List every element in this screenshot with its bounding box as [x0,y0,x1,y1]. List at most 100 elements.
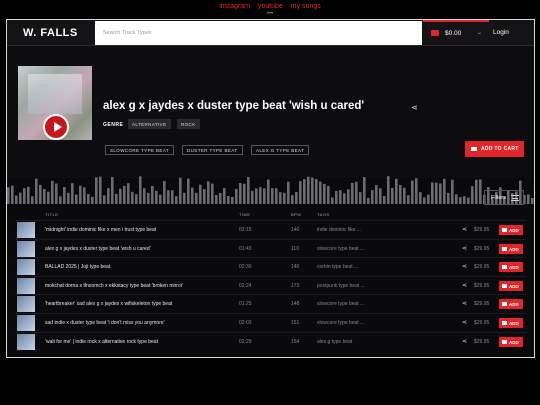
waveform-bar [435,182,438,204]
waveform-bar [187,178,190,204]
share-icon[interactable]: ⋖ [462,338,467,345]
login-button[interactable]: Login [493,29,509,36]
add-button[interactable]: ADD [499,299,523,310]
waveform-bar [11,185,14,204]
track-thumbnail[interactable] [17,296,35,313]
add-button[interactable]: ADD [499,280,523,291]
track-price: $29.95 [474,320,490,326]
column-bpm: BPM [291,212,302,217]
table-row[interactable]: alex g x jaydes x duster type beat 'wish… [15,238,526,257]
tag-slowcore[interactable]: SLOWCORE TYPE BEAT [105,145,175,155]
tag-alex-g[interactable]: ALEX G TYPE BEAT [251,145,310,155]
waveform-bar [415,178,418,204]
track-title: alex g x jaydes x duster type beat 'wish… [103,100,365,112]
waveform-bar [107,188,110,204]
track-title[interactable]: alex g x jaydes x duster type beat 'wish… [45,246,151,252]
share-icon[interactable]: ⋖ [462,282,467,289]
track-thumbnail[interactable] [17,222,35,238]
table-row[interactable]: BALLAD 2025 | Joji type beat 02:30 140 corb… [15,257,526,276]
waveform-bar [267,179,270,204]
logo[interactable]: W. FALLS [23,27,78,39]
share-icon[interactable]: ⋖ [462,300,467,307]
table-row[interactable]: 'heartbreaker' sad alex g x jaydes x wif… [15,294,526,313]
track-title[interactable]: mokchat dorna x tfnxomch x ekkstacy type… [45,283,183,289]
track-title[interactable]: 'heartbreaker' sad alex g x jaydes x wif… [45,301,172,307]
track-title[interactable]: 'midnight' indie dominic fike x men i tr… [45,227,156,233]
waveform-bar [427,194,430,204]
track-thumbnail[interactable] [17,277,35,294]
waveform-bar [395,178,398,204]
genre-tag-rock[interactable]: ROCK [177,119,200,129]
waveform-bar [123,185,126,204]
waveform-bar [159,194,162,204]
waveform-bar [279,192,282,204]
add-button[interactable]: ADD [499,336,523,347]
waveform-bar [47,191,50,204]
waveform-bar [275,188,278,204]
store-window: W. FALLS Search Track Types $0.00 ⌄ Logi… [6,19,535,358]
track-time: 02:03 [239,320,252,326]
waveform-bar [155,190,158,204]
track-thumbnail[interactable] [17,315,35,331]
table-row[interactable]: 'midnight' indie dominic fike x men i tr… [15,220,526,238]
add-button[interactable]: ADD [499,225,523,235]
waveform-bar [67,192,70,204]
waveform-bar [211,183,214,204]
waveform-bar [239,183,242,204]
waveform-bar [71,183,74,204]
waveform-bar [251,190,254,204]
waveform-bar [299,181,302,204]
share-icon[interactable]: ⋖ [462,226,467,233]
add-button[interactable]: ADD [499,262,523,273]
youtube-link[interactable]: youtube [258,3,283,10]
waveform-bar [179,177,182,204]
my-songs-link[interactable]: my songs [291,3,321,10]
add-button[interactable]: ADD [499,243,523,254]
share-icon[interactable]: ⋖ [462,319,467,326]
filters-button[interactable]: Filters [484,190,524,205]
waveform-bar [419,192,422,204]
tag-duster[interactable]: DUSTER TYPE BEAT [182,145,243,155]
add-to-cart-button[interactable]: ADD TO CART [465,141,524,157]
waveform-bar [7,187,10,204]
track-title[interactable]: 'wait for me' | indie rock x alternative… [45,339,158,345]
genre-label: GENRE [103,122,124,128]
cart-button[interactable]: $0.00 ⌄ [423,20,489,46]
waveform-bar [175,196,178,204]
table-row[interactable]: 'wait for me' | indie rock x alternative… [15,331,526,350]
waveform[interactable] [7,174,534,204]
top-links: instagram youtube my songs [0,3,540,10]
waveform-bar [443,178,446,204]
waveform-bar [215,195,218,204]
play-icon[interactable] [43,114,69,140]
add-button[interactable]: ADD [499,318,523,328]
track-thumbnail[interactable] [17,259,35,276]
column-time: TIME [239,212,251,217]
waveform-bar [527,194,530,204]
share-icon[interactable]: ⋖ [462,263,467,270]
waveform-bar [247,176,250,204]
waveform-bar [455,194,458,204]
search-input[interactable]: Search Track Types [95,21,422,45]
waveform-bar [99,176,102,204]
track-time: 02:24 [239,282,252,289]
waveform-bar [131,191,134,204]
table-row[interactable]: mokchat dorna x tfnxomch x ekkstacy type… [15,275,526,294]
track-title[interactable]: BALLAD 2025 | Joji type beat [45,264,110,270]
waveform-bar [139,176,142,204]
track-thumbnail[interactable] [17,240,35,257]
table-row[interactable]: sad indie x duster type beat 'i don't mi… [15,313,526,331]
waveform-bar [479,179,482,204]
waveform-bar [463,196,466,204]
waveform-bar [75,194,78,204]
genre-tag-alternative[interactable]: ALTERNATIVE [128,119,171,129]
track-thumbnail[interactable] [17,333,35,350]
track-title[interactable]: sad indie x duster type beat 'i don't mi… [45,320,165,326]
share-icon[interactable]: ⋖ [411,103,418,112]
instagram-link[interactable]: instagram [219,3,250,10]
waveform-bar [127,183,130,204]
waveform-bar [323,183,326,204]
waveform-bar [23,188,26,204]
waveform-bar [255,188,258,204]
share-icon[interactable]: ⋖ [462,245,467,252]
